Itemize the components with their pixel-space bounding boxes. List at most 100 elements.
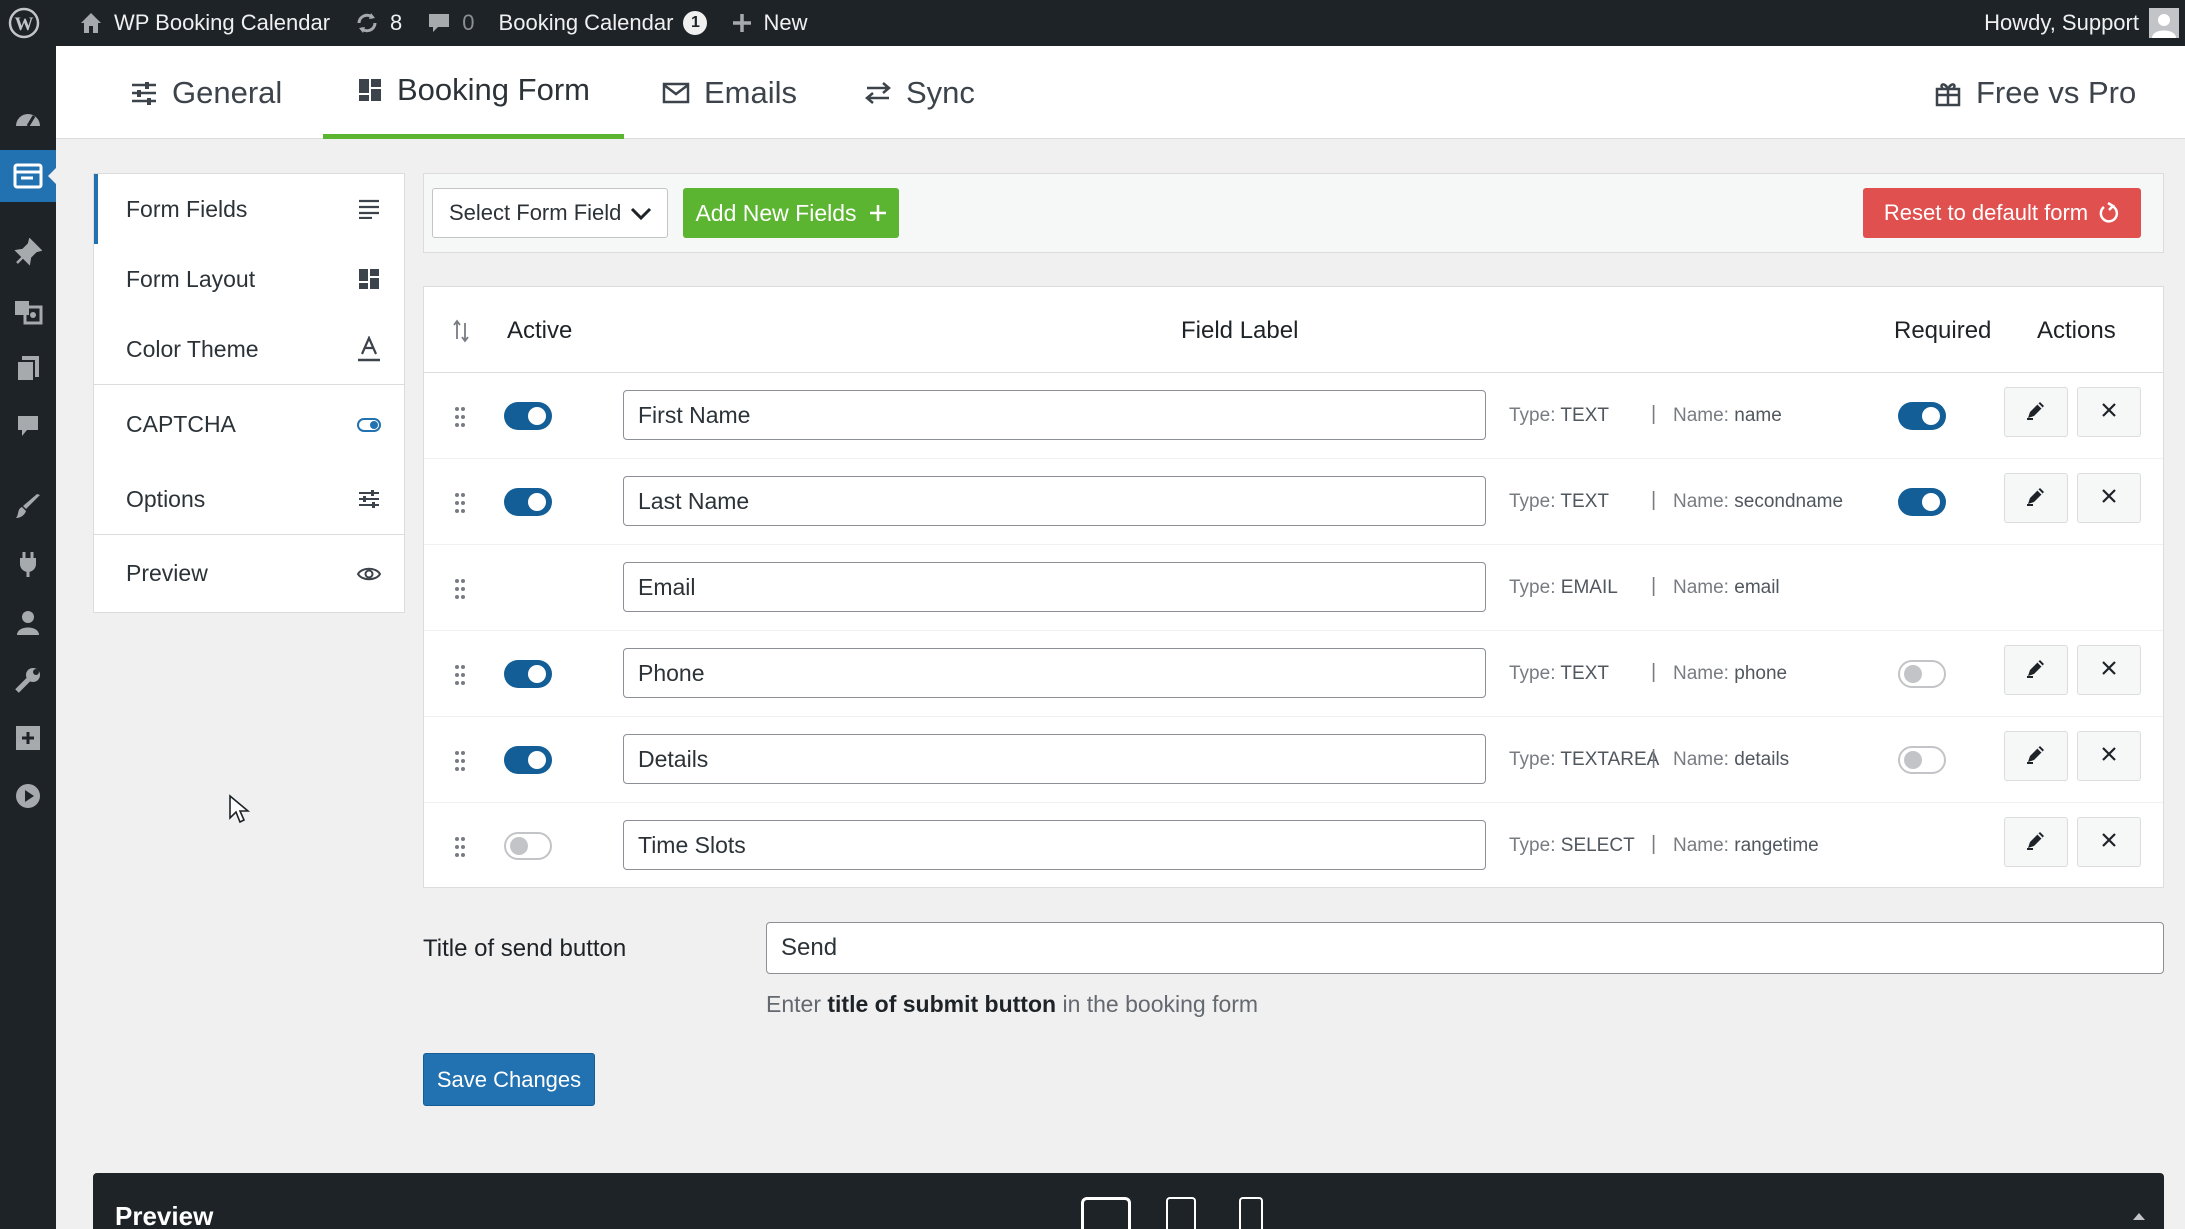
menu-dashboard[interactable] [0, 94, 56, 146]
name-prefix: Name: [1673, 405, 1729, 426]
nav-label: Color Theme [126, 335, 259, 362]
field-label-input[interactable]: Time Slots [623, 820, 1486, 870]
preview-panel: Preview [93, 1173, 2164, 1229]
edit-field-button[interactable] [2004, 645, 2068, 695]
field-name: Name: phone [1673, 663, 1787, 685]
menu-pages[interactable] [0, 342, 56, 394]
new-content-link[interactable]: New [719, 0, 819, 46]
menu-comments[interactable] [0, 400, 56, 452]
header-actions: Actions [2037, 317, 2116, 344]
field-label-input[interactable]: Phone [623, 648, 1486, 698]
type-value: TEXT [1560, 491, 1609, 512]
name-value: email [1734, 577, 1780, 598]
updates-link[interactable]: 8 [342, 0, 414, 46]
name-value: details [1734, 749, 1790, 770]
add-new-fields-button[interactable]: Add New Fields [683, 188, 899, 238]
name-value: secondname [1734, 491, 1844, 512]
field-label-input[interactable]: Last Name [623, 476, 1486, 526]
menu-tools[interactable] [0, 654, 56, 706]
name-value: name [1734, 405, 1782, 426]
nav-preview[interactable]: Preview [94, 534, 404, 612]
menu-settings[interactable] [0, 712, 56, 764]
delete-field-button[interactable] [2077, 473, 2141, 523]
required-toggle[interactable] [1898, 660, 1946, 688]
tab-booking-form[interactable]: Booking Form [323, 46, 624, 139]
menu-posts[interactable] [0, 226, 56, 278]
nav-options[interactable]: Options [94, 464, 404, 534]
menu-users[interactable] [0, 596, 56, 648]
pages-icon [16, 356, 39, 382]
edit-field-button[interactable] [2004, 731, 2068, 781]
avatar [2149, 8, 2179, 38]
drag-handle-icon[interactable] [454, 578, 466, 605]
active-toggle[interactable] [504, 660, 552, 688]
drag-handle-icon[interactable] [454, 492, 466, 519]
drag-handle-icon[interactable] [454, 836, 466, 863]
field-label-value: Details [638, 745, 709, 772]
field-label-input[interactable]: First Name [623, 390, 1486, 440]
drag-handle-icon[interactable] [454, 750, 466, 777]
active-toggle[interactable] [504, 746, 552, 774]
layout-icon [356, 266, 382, 292]
mobile-view-icon[interactable] [1239, 1197, 1263, 1229]
nav-label: Form Layout [126, 265, 256, 292]
required-toggle[interactable] [1898, 488, 1946, 516]
nav-form-fields[interactable]: Form Fields [94, 174, 404, 244]
hint-pre: Enter [766, 991, 828, 1017]
field-label-input[interactable]: Details [623, 734, 1486, 784]
send-button-title-input[interactable]: Send [766, 922, 2164, 974]
edit-field-button[interactable] [2004, 387, 2068, 437]
drag-handle-icon[interactable] [454, 406, 466, 433]
reset-default-form-button[interactable]: Reset to default form [1863, 188, 2141, 238]
wp-logo-button[interactable]: W [0, 0, 52, 46]
tab-general[interactable]: General [130, 46, 282, 139]
comments-count: 0 [462, 10, 475, 35]
menu-collapse[interactable] [0, 770, 56, 822]
active-toggle[interactable] [504, 488, 552, 516]
field-name: Name: details [1673, 749, 1789, 771]
field-label-input[interactable]: Email [623, 562, 1486, 612]
tablet-view-icon[interactable] [1166, 1197, 1196, 1229]
required-toggle[interactable] [1898, 402, 1946, 430]
menu-appearance[interactable] [0, 480, 56, 532]
eye-icon [356, 561, 382, 587]
wordpress-icon: W [8, 7, 40, 39]
name-prefix: Name: [1673, 577, 1729, 598]
tab-free-vs-pro[interactable]: Free vs Pro [1934, 46, 2136, 139]
edit-field-button[interactable] [2004, 473, 2068, 523]
collapse-up-icon[interactable] [2132, 1211, 2146, 1221]
howdy-text: Howdy, Support [1984, 10, 2139, 35]
save-changes-button[interactable]: Save Changes [423, 1053, 595, 1106]
menu-media[interactable] [0, 284, 56, 336]
tab-sync[interactable]: Sync [864, 46, 975, 139]
field-type: Type: TEXT [1509, 491, 1609, 513]
separator: | [1651, 575, 1657, 597]
active-toggle[interactable] [504, 832, 552, 860]
delete-field-button[interactable] [2077, 731, 2141, 781]
sort-icon[interactable] [453, 319, 469, 343]
nav-color-theme[interactable]: Color Theme [94, 314, 404, 384]
nav-form-layout[interactable]: Form Layout [94, 244, 404, 314]
comments-link[interactable]: 0 [414, 0, 486, 46]
site-name-link[interactable]: WP Booking Calendar [66, 0, 342, 46]
account-menu[interactable]: Howdy, Support [1984, 0, 2185, 46]
field-label-value: Email [638, 573, 696, 600]
delete-field-button[interactable] [2077, 387, 2141, 437]
edit-field-button[interactable] [2004, 817, 2068, 867]
required-toggle[interactable] [1898, 746, 1946, 774]
desktop-view-icon[interactable] [1081, 1197, 1131, 1229]
drag-handle-icon[interactable] [454, 664, 466, 691]
select-form-field-dropdown[interactable]: Select Form Field [432, 188, 668, 238]
delete-field-button[interactable] [2077, 817, 2141, 867]
menu-booking[interactable] [0, 150, 56, 202]
delete-field-button[interactable] [2077, 645, 2141, 695]
booking-calendar-menu[interactable]: Booking Calendar 1 [487, 0, 720, 46]
menu-plugins[interactable] [0, 538, 56, 590]
table-row: Last Name Type: TEXT | Name: secondname [424, 459, 2163, 545]
table-header: Active Field Label Required Actions [424, 287, 2163, 373]
tab-emails[interactable]: Emails [662, 46, 797, 139]
nav-captcha[interactable]: CAPTCHA [94, 384, 404, 464]
sliders-icon [132, 81, 156, 105]
dashboard-icon [16, 114, 40, 127]
active-toggle[interactable] [504, 402, 552, 430]
